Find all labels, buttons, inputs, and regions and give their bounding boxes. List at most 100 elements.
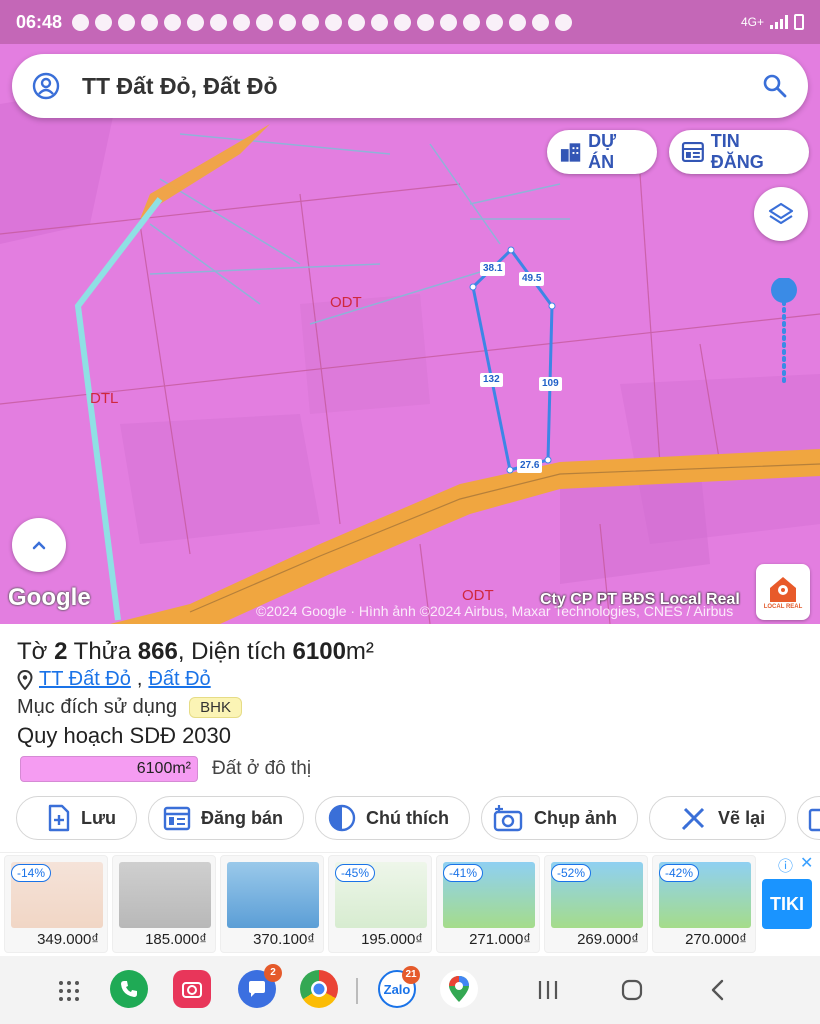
notification-icons bbox=[72, 13, 573, 31]
ad-product[interactable]: -14% 349.000₫ bbox=[4, 855, 108, 953]
discount-badge: -41% bbox=[443, 864, 484, 882]
save-button[interactable]: Lưu bbox=[16, 796, 138, 840]
land-use-label: Mục đích sử dụng bbox=[17, 696, 178, 718]
ad-close-icon[interactable]: ✕ bbox=[800, 853, 813, 873]
zalo-app-icon[interactable]: Zalo 21 bbox=[378, 966, 420, 1008]
projects-label: DỰ ÁN bbox=[588, 131, 617, 172]
product-image bbox=[119, 862, 211, 928]
account-icon[interactable] bbox=[32, 72, 60, 100]
camera-app-icon[interactable] bbox=[173, 970, 211, 1008]
maps-pin-icon bbox=[449, 976, 469, 1002]
discount-badge: -52% bbox=[551, 864, 592, 882]
parcel-location: TT Đất Đỏ, Đất Đỏ bbox=[17, 668, 211, 691]
land-use-badge: BHK bbox=[189, 697, 242, 718]
ad-product[interactable]: 370.100₫ bbox=[220, 855, 324, 953]
phone-app-icon[interactable] bbox=[110, 970, 148, 1008]
layers-icon bbox=[768, 202, 794, 225]
tiki-logo[interactable]: TIKI bbox=[762, 879, 812, 929]
ad-product[interactable]: -42% 270.000₫ bbox=[652, 855, 756, 953]
opacity-slider[interactable] bbox=[770, 278, 798, 388]
contrast-icon bbox=[328, 804, 356, 832]
system-nav-bar: 2 Zalo 21 bbox=[0, 956, 820, 1024]
ad-product[interactable]: -52% 269.000₫ bbox=[544, 855, 648, 953]
notification-icon bbox=[141, 13, 159, 31]
segment-length-label: 132 bbox=[480, 373, 503, 387]
planning-title: Quy hoạch SDĐ 2030 bbox=[17, 723, 232, 748]
notification-icon bbox=[555, 13, 573, 31]
app-drawer-icon[interactable] bbox=[58, 980, 80, 1002]
segment-length-label: 109 bbox=[539, 377, 562, 391]
notification-icon bbox=[72, 13, 90, 31]
location-link-town[interactable]: TT Đất Đỏ bbox=[39, 668, 131, 691]
expand-panel-button[interactable] bbox=[12, 518, 66, 572]
parcel-title: Tờ 2 Thửa 866, Diện tích 6100m² bbox=[17, 638, 374, 666]
search-icon[interactable] bbox=[762, 73, 788, 99]
zone-label-dtl: DTL bbox=[90, 390, 119, 407]
area-label: , Diện tích bbox=[177, 638, 286, 665]
ad-banner[interactable]: -14% 349.000₫ 185.000₫ 370.100₫ -45% 195… bbox=[0, 852, 820, 956]
search-query[interactable]: TT Đất Đỏ, Đất Đỏ bbox=[82, 73, 762, 100]
calendar-list-icon bbox=[163, 806, 191, 831]
projects-button[interactable]: DỰ ÁN bbox=[547, 130, 657, 174]
company-watermark: Cty CP PT BĐS Local Real bbox=[540, 591, 740, 608]
ad-product[interactable]: 185.000₫ bbox=[112, 855, 216, 953]
chrome-icon bbox=[311, 981, 327, 997]
area-unit: m² bbox=[345, 638, 374, 665]
maps-app-icon[interactable] bbox=[440, 970, 478, 1008]
notification-icon bbox=[440, 13, 458, 31]
sheet-label: Tờ bbox=[17, 638, 48, 665]
zone-label-odt: ODT bbox=[330, 294, 362, 311]
listings-button[interactable]: TIN ĐĂNG bbox=[669, 130, 809, 174]
ad-product[interactable]: -45% 195.000₫ bbox=[328, 855, 432, 953]
action-bar: Lưu Đăng bán Chú thích Chụp ảnh Vẽ lại bbox=[0, 796, 820, 842]
legend-button[interactable]: Chú thích bbox=[315, 796, 471, 840]
notification-icon bbox=[302, 13, 320, 31]
recent-apps-icon[interactable] bbox=[536, 978, 560, 1002]
product-price: 269.000₫ bbox=[577, 931, 639, 948]
copy-icon bbox=[808, 808, 820, 832]
location-link-district[interactable]: Đất Đỏ bbox=[148, 668, 210, 691]
sheet-number: 2 bbox=[54, 638, 68, 665]
redraw-button[interactable]: Vẽ lại bbox=[649, 796, 787, 840]
phone-icon bbox=[121, 981, 137, 997]
layers-button[interactable] bbox=[754, 187, 808, 241]
parcel-info-sheet: Tờ 2 Thửa 866, Diện tích 6100m² TT Đất Đ… bbox=[0, 624, 820, 852]
slider-handle[interactable] bbox=[771, 278, 797, 303]
product-price: 349.000₫ bbox=[37, 931, 99, 948]
notification-icon bbox=[95, 13, 113, 31]
camera-icon bbox=[182, 982, 202, 998]
product-image bbox=[227, 862, 319, 928]
house-logo-icon bbox=[770, 577, 796, 602]
back-icon[interactable] bbox=[706, 978, 730, 1002]
photo-button[interactable]: Chụp ảnh bbox=[481, 796, 639, 840]
chrome-app-icon[interactable] bbox=[300, 970, 338, 1008]
location-pin-icon bbox=[17, 669, 33, 690]
segment-length-label: 49.5 bbox=[519, 272, 545, 286]
sell-button[interactable]: Đăng bán bbox=[148, 796, 305, 840]
file-add-icon bbox=[48, 804, 70, 832]
home-icon[interactable] bbox=[620, 978, 644, 1002]
legend-description: Đất ở đô thị bbox=[212, 758, 312, 779]
location-separator: , bbox=[136, 668, 143, 690]
notification-icon bbox=[463, 13, 481, 31]
more-actions-button[interactable] bbox=[797, 796, 820, 840]
system-indicators: 4G+ bbox=[741, 14, 804, 30]
listing-icon bbox=[681, 141, 704, 163]
ad-product[interactable]: -41% 271.000₫ bbox=[436, 855, 540, 953]
segment-length-label: 38.1 bbox=[480, 262, 506, 276]
map-view[interactable]: ODT DTL ODT 38.1 49.5 132 109 27.6 TT Đấ… bbox=[0, 44, 820, 624]
network-type: 4G+ bbox=[740, 15, 764, 29]
sell-label: Đăng bán bbox=[201, 807, 284, 828]
notification-icon bbox=[417, 13, 435, 31]
zone-label-odt-2: ODT bbox=[462, 587, 494, 604]
status-bar: 06:48 4G+ bbox=[0, 0, 820, 44]
search-bar[interactable]: TT Đất Đỏ, Đất Đỏ bbox=[12, 54, 808, 118]
discount-badge: -14% bbox=[11, 864, 52, 882]
local-real-logo[interactable]: LOCAL REAL bbox=[756, 564, 810, 620]
messages-app-icon[interactable]: 2 bbox=[238, 964, 282, 1008]
notification-icon bbox=[256, 13, 274, 31]
ad-info-icon[interactable]: ⓘ bbox=[778, 855, 793, 876]
land-use-row: Mục đích sử dụng BHK bbox=[17, 696, 242, 719]
logo-text: LOCAL REAL bbox=[763, 604, 803, 610]
planning-legend: 6100m² Đất ở đô thị bbox=[20, 756, 311, 782]
